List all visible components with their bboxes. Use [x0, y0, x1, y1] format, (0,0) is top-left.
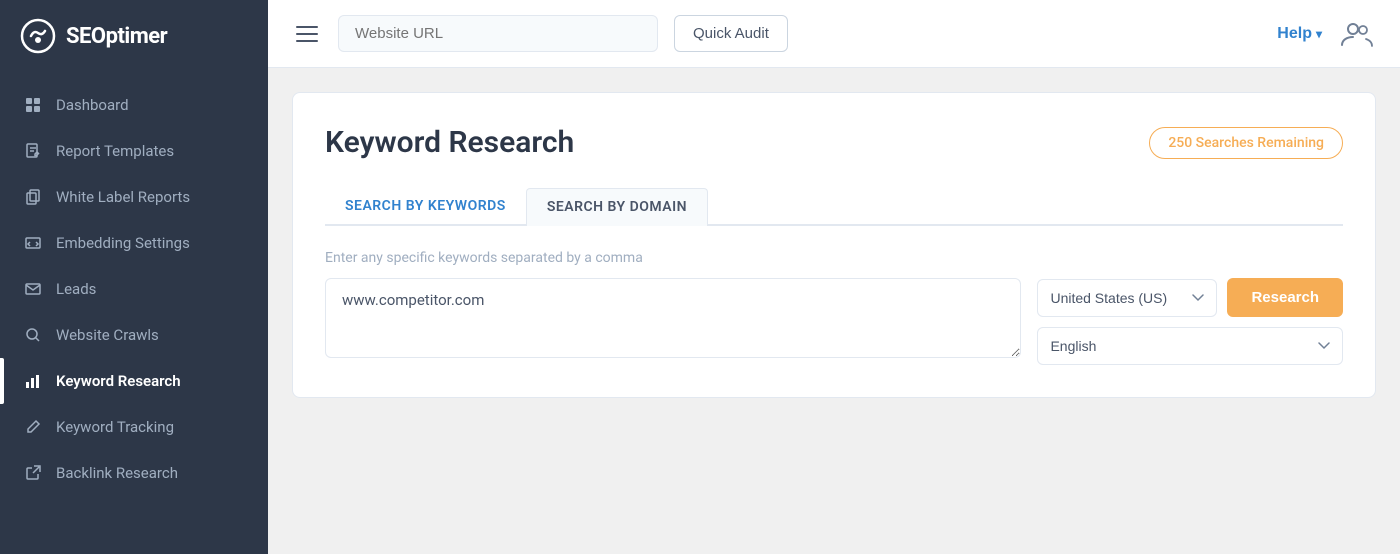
language-select[interactable]: English Spanish French	[1037, 327, 1343, 365]
sidebar-item-keyword-research[interactable]: Keyword Research	[0, 358, 268, 404]
search-tabs: SEARCH BY KEYWORDS SEARCH BY DOMAIN	[325, 188, 1343, 226]
sidebar-item-label: Backlink Research	[56, 464, 178, 482]
pencil-icon	[24, 418, 42, 436]
card-header: Keyword Research 250 Searches Remaining	[325, 125, 1343, 160]
sidebar-item-label: White Label Reports	[56, 188, 190, 206]
search-controls: United States (US) United Kingdom (GB) A…	[1037, 278, 1343, 365]
search-circle-icon	[24, 326, 42, 344]
hamburger-button[interactable]	[292, 22, 322, 46]
search-row: United States (US) United Kingdom (GB) A…	[325, 278, 1343, 365]
sidebar-item-embedding-settings[interactable]: Embedding Settings	[0, 220, 268, 266]
sidebar-item-label: Keyword Research	[56, 372, 181, 390]
bar-chart-icon	[24, 372, 42, 390]
main-content: Quick Audit Help ▾ Keyword Research 250 …	[268, 0, 1400, 554]
sidebar-item-label: Leads	[56, 280, 96, 298]
help-button[interactable]: Help ▾	[1277, 25, 1322, 43]
country-select[interactable]: United States (US) United Kingdom (GB) A…	[1037, 279, 1217, 317]
hamburger-line-1	[296, 26, 318, 28]
grid-icon	[24, 96, 42, 114]
form-hint: Enter any specific keywords separated by…	[325, 250, 1343, 266]
copy-icon	[24, 188, 42, 206]
sidebar-item-report-templates[interactable]: Report Templates	[0, 128, 268, 174]
tab-search-by-domain[interactable]: SEARCH BY DOMAIN	[526, 188, 708, 226]
tab-search-by-keywords[interactable]: SEARCH BY KEYWORDS	[325, 188, 526, 226]
sidebar-item-website-crawls[interactable]: Website Crawls	[0, 312, 268, 358]
page-content: Keyword Research 250 Searches Remaining …	[268, 68, 1400, 554]
sidebar-item-label: Embedding Settings	[56, 234, 190, 252]
external-link-icon	[24, 464, 42, 482]
sidebar-item-backlink-research[interactable]: Backlink Research	[0, 450, 268, 496]
keyword-textarea[interactable]	[325, 278, 1021, 358]
sidebar-item-dashboard[interactable]: Dashboard	[0, 82, 268, 128]
users-icon[interactable]	[1338, 15, 1376, 53]
sidebar-item-label: Website Crawls	[56, 326, 159, 344]
country-row: United States (US) United Kingdom (GB) A…	[1037, 278, 1343, 317]
sidebar-logo: SEOptimer	[0, 0, 268, 72]
content-card: Keyword Research 250 Searches Remaining …	[292, 92, 1376, 398]
sidebar-item-label: Report Templates	[56, 142, 174, 160]
sidebar-nav: Dashboard Report Templates White Label R…	[0, 72, 268, 506]
sidebar-item-white-label-reports[interactable]: White Label Reports	[0, 174, 268, 220]
logo-icon	[20, 18, 56, 54]
sidebar-item-leads[interactable]: Leads	[0, 266, 268, 312]
topbar: Quick Audit Help ▾	[268, 0, 1400, 68]
quick-audit-button[interactable]: Quick Audit	[674, 15, 788, 52]
sidebar: SEOptimer Dashboard Report Templates Whi…	[0, 0, 268, 554]
hamburger-line-3	[296, 40, 318, 42]
page-title: Keyword Research	[325, 125, 574, 160]
sidebar-item-keyword-tracking[interactable]: Keyword Tracking	[0, 404, 268, 450]
embed-icon	[24, 234, 42, 252]
sidebar-item-label: Dashboard	[56, 96, 129, 114]
url-input[interactable]	[338, 15, 658, 52]
file-edit-icon	[24, 142, 42, 160]
research-button[interactable]: Research	[1227, 278, 1343, 317]
chevron-down-icon: ▾	[1316, 27, 1322, 41]
searches-remaining-badge: 250 Searches Remaining	[1149, 127, 1343, 159]
app-name: SEOptimer	[66, 24, 167, 49]
sidebar-item-label: Keyword Tracking	[56, 418, 174, 436]
hamburger-line-2	[296, 33, 318, 35]
envelope-icon	[24, 280, 42, 298]
help-label: Help	[1277, 25, 1312, 43]
